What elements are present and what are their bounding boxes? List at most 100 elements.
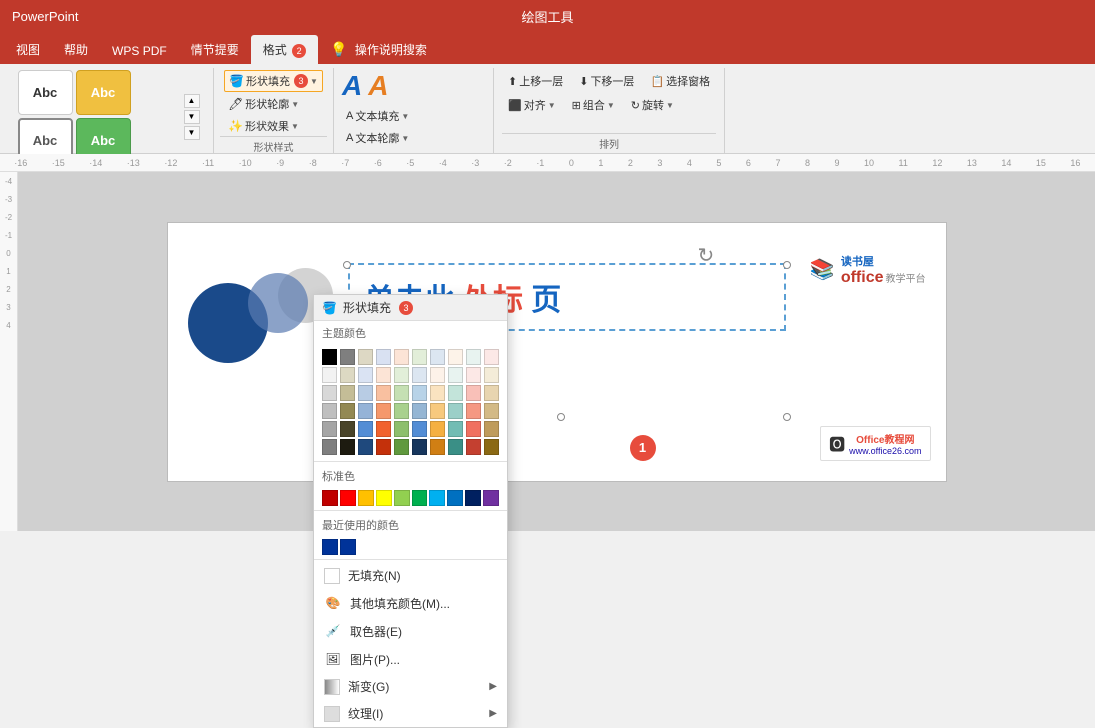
std-blue[interactable] (447, 490, 463, 506)
color-r5-7[interactable] (430, 421, 445, 437)
color-r3-6[interactable] (412, 385, 427, 401)
std-darkblue[interactable] (465, 490, 481, 506)
shape-outline-btn[interactable]: 🖊 形状轮廓 ▼ (224, 94, 323, 114)
handle-tr[interactable] (783, 261, 791, 269)
picture-item[interactable]: 🖼 图片(P)... (314, 645, 507, 673)
color-r2-3[interactable] (358, 367, 373, 383)
color-cream[interactable] (358, 349, 373, 365)
color-r2-6[interactable] (412, 367, 427, 383)
down-layer-btn[interactable]: ⬇ 下移一层 (573, 70, 640, 92)
color-gray[interactable] (340, 349, 355, 365)
color-r4-4[interactable] (376, 403, 391, 419)
color-r5-2[interactable] (340, 421, 355, 437)
shape-fill-btn[interactable]: 🪣 形状填充 3 ▼ (224, 70, 323, 92)
color-r2-1[interactable] (322, 367, 337, 383)
color-r5-1[interactable] (322, 421, 337, 437)
recent-blue-2[interactable] (340, 539, 356, 555)
handle-br[interactable] (783, 413, 791, 421)
tab-wps-pdf[interactable]: WPS PDF (100, 38, 179, 64)
color-r6-7[interactable] (430, 439, 445, 455)
color-r4-2[interactable] (340, 403, 355, 419)
color-r3-2[interactable] (340, 385, 355, 401)
color-r6-1[interactable] (322, 439, 337, 455)
gradient-item[interactable]: 渐变(G) ▶ (314, 673, 507, 700)
color-r3-5[interactable] (394, 385, 409, 401)
color-r4-1[interactable] (322, 403, 337, 419)
tab-view[interactable]: 视图 (4, 35, 52, 64)
color-r2-7[interactable] (430, 367, 445, 383)
rotate-handle[interactable]: ↻ (698, 243, 715, 268)
color-peach[interactable] (394, 349, 409, 365)
color-r2-4[interactable] (376, 367, 391, 383)
color-r6-10[interactable] (484, 439, 499, 455)
shape-effect-btn[interactable]: ✨ 形状效果 ▼ (224, 116, 323, 136)
color-r5-10[interactable] (484, 421, 499, 437)
color-r4-8[interactable] (448, 403, 463, 419)
color-r6-3[interactable] (358, 439, 373, 455)
color-r2-2[interactable] (340, 367, 355, 383)
color-black[interactable] (322, 349, 337, 365)
std-lightgreen[interactable] (394, 490, 410, 506)
color-r6-5[interactable] (394, 439, 409, 455)
std-darkred[interactable] (322, 490, 338, 506)
select-pane-btn[interactable]: 📋 选择窗格 (644, 70, 716, 92)
group-btn[interactable]: ⊞ 组合 ▼ (566, 94, 621, 116)
std-red[interactable] (340, 490, 356, 506)
color-lightblue[interactable] (376, 349, 391, 365)
shape-style-default[interactable]: Abc (18, 70, 73, 115)
color-r2-8[interactable] (448, 367, 463, 383)
handle-tl[interactable] (343, 261, 351, 269)
color-mint[interactable] (466, 349, 481, 365)
color-lightpink[interactable] (484, 349, 499, 365)
color-lightyellow[interactable] (448, 349, 463, 365)
std-green[interactable] (412, 490, 428, 506)
color-r6-2[interactable] (340, 439, 355, 455)
color-r4-6[interactable] (412, 403, 427, 419)
color-r4-9[interactable] (466, 403, 481, 419)
color-r4-5[interactable] (394, 403, 409, 419)
up-layer-btn[interactable]: ⬆ 上移一层 (502, 70, 569, 92)
color-r5-9[interactable] (466, 421, 481, 437)
eyedropper-item[interactable]: 💉 取色器(E) (314, 617, 507, 645)
tab-story[interactable]: 情节提要 (179, 35, 251, 64)
color-r5-5[interactable] (394, 421, 409, 437)
color-r2-10[interactable] (484, 367, 499, 383)
std-cyan[interactable] (429, 490, 445, 506)
color-r3-1[interactable] (322, 385, 337, 401)
color-r3-9[interactable] (466, 385, 481, 401)
text-outline-btn[interactable]: A 文本轮廓 ▼ (342, 128, 413, 148)
color-r6-6[interactable] (412, 439, 427, 455)
tab-format[interactable]: 格式 2 (251, 35, 318, 64)
color-r3-7[interactable] (430, 385, 445, 401)
color-r2-9[interactable] (466, 367, 481, 383)
color-paleblue[interactable] (430, 349, 445, 365)
std-orange[interactable] (358, 490, 374, 506)
no-fill-item[interactable]: 无填充(N) (314, 562, 507, 589)
color-r5-3[interactable] (358, 421, 373, 437)
more-fill-item[interactable]: 🎨 其他填充颜色(M)... (314, 589, 507, 617)
color-r6-4[interactable] (376, 439, 391, 455)
color-r3-3[interactable] (358, 385, 373, 401)
scroll-up[interactable]: ▲ (184, 94, 200, 108)
color-r4-7[interactable] (430, 403, 445, 419)
color-lightgreen[interactable] (412, 349, 427, 365)
shape-style-yellow[interactable]: Abc (76, 70, 131, 115)
scroll-down[interactable]: ▼ (184, 126, 200, 140)
tab-search[interactable]: 💡 操作说明搜索 (318, 35, 439, 64)
color-r5-8[interactable] (448, 421, 463, 437)
std-yellow[interactable] (376, 490, 392, 506)
text-fill-btn[interactable]: A 文本填充 ▼ (342, 106, 413, 126)
rotate-btn[interactable]: ↻ 旋转 ▼ (625, 94, 680, 116)
color-r6-9[interactable] (466, 439, 481, 455)
std-purple[interactable] (483, 490, 499, 506)
color-r2-5[interactable] (394, 367, 409, 383)
texture-item[interactable]: 纹理(I) ▶ (314, 700, 507, 727)
color-r6-8[interactable] (448, 439, 463, 455)
tab-help[interactable]: 帮助 (52, 35, 100, 64)
color-r4-10[interactable] (484, 403, 499, 419)
scroll-expand[interactable]: ▼ (184, 110, 200, 124)
recent-blue-1[interactable] (322, 539, 338, 555)
color-r5-4[interactable] (376, 421, 391, 437)
color-r4-3[interactable] (358, 403, 373, 419)
handle-bm[interactable] (557, 413, 565, 421)
